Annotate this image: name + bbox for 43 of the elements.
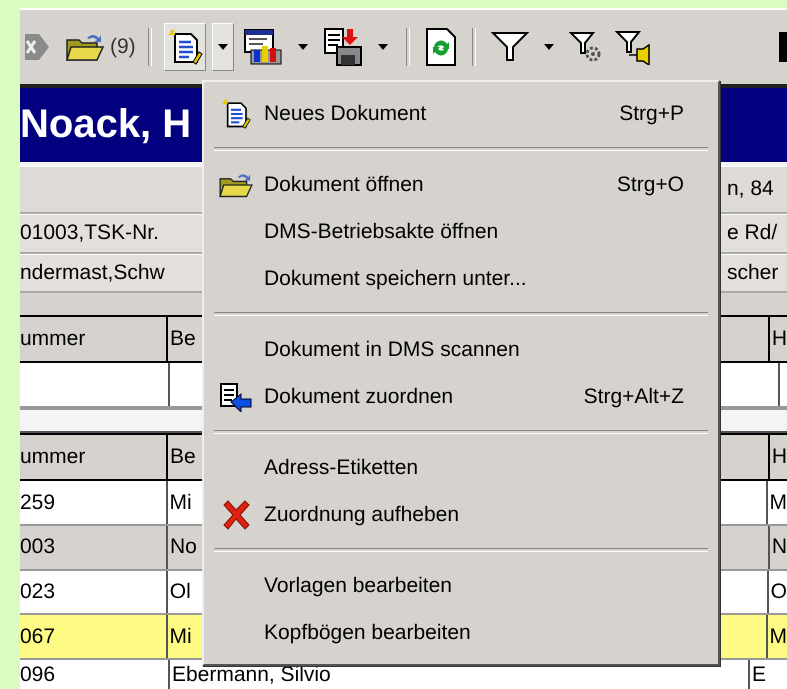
menu-item[interactable]: Vorlagen bearbeiten <box>208 562 714 609</box>
menu-item[interactable]: Adress-Etiketten <box>208 444 714 491</box>
count-label: (9) <box>110 34 136 59</box>
menu-item[interactable]: Neues Dokument Strg+P <box>208 90 714 137</box>
column-header[interactable]: H <box>770 317 787 361</box>
dropdown-button[interactable] <box>212 22 234 71</box>
info-text: scher <box>727 260 780 285</box>
caret-icon <box>298 44 308 50</box>
table-cell-text: Ol <box>168 579 192 606</box>
table-cell-text: Mi <box>168 624 193 650</box>
document-icon <box>221 98 251 130</box>
table-cell: 023 <box>20 570 168 614</box>
table-cell: 003 <box>20 526 168 569</box>
table-cell-text: O <box>770 579 787 606</box>
menu-item[interactable]: Dokument in DMS scannen <box>208 326 714 373</box>
menu-item[interactable]: Zuordnung aufheben <box>208 491 714 538</box>
caret-icon <box>218 44 228 50</box>
table-cell: 067 <box>20 615 168 658</box>
document-arrow-icon <box>219 382 253 412</box>
column-header[interactable]: ummer <box>20 435 168 480</box>
menu-item[interactable]: DMS-Betriebsakte öffnen <box>208 208 714 255</box>
menu-item[interactable]: Dokument speichern unter... <box>208 255 714 302</box>
info-text: e Rd/ <box>727 221 778 246</box>
table-cell: 259 <box>20 481 168 524</box>
table-cell-text: N <box>770 534 787 560</box>
table-cell: 096 <box>20 660 170 689</box>
table-cell-text: Mi <box>168 490 193 516</box>
caret-icon <box>378 44 388 50</box>
menu-item[interactable]: Kopfbögen bearbeiten <box>208 609 714 656</box>
menu-item[interactable]: Dokument öffnen Strg+O <box>208 161 714 208</box>
document-icon-button[interactable] <box>164 22 206 71</box>
record-title: Noack, H <box>20 102 192 148</box>
menu-item[interactable]: Dokument zuordnen Strg+Alt+Z <box>208 373 714 420</box>
column-header[interactable]: ummer <box>20 317 168 361</box>
column-header[interactable]: H <box>770 435 787 480</box>
info-text: n, 84 <box>727 177 775 202</box>
table-cell-text: M <box>768 490 787 516</box>
table-cell-text: M <box>768 624 787 650</box>
info-text: ndermast,Schw <box>20 260 165 285</box>
caret-icon <box>544 44 554 50</box>
info-text: 01003,TSK-Nr. <box>20 221 159 246</box>
table-cell-text: No <box>169 534 198 560</box>
table-cell-text: E <box>751 662 768 688</box>
